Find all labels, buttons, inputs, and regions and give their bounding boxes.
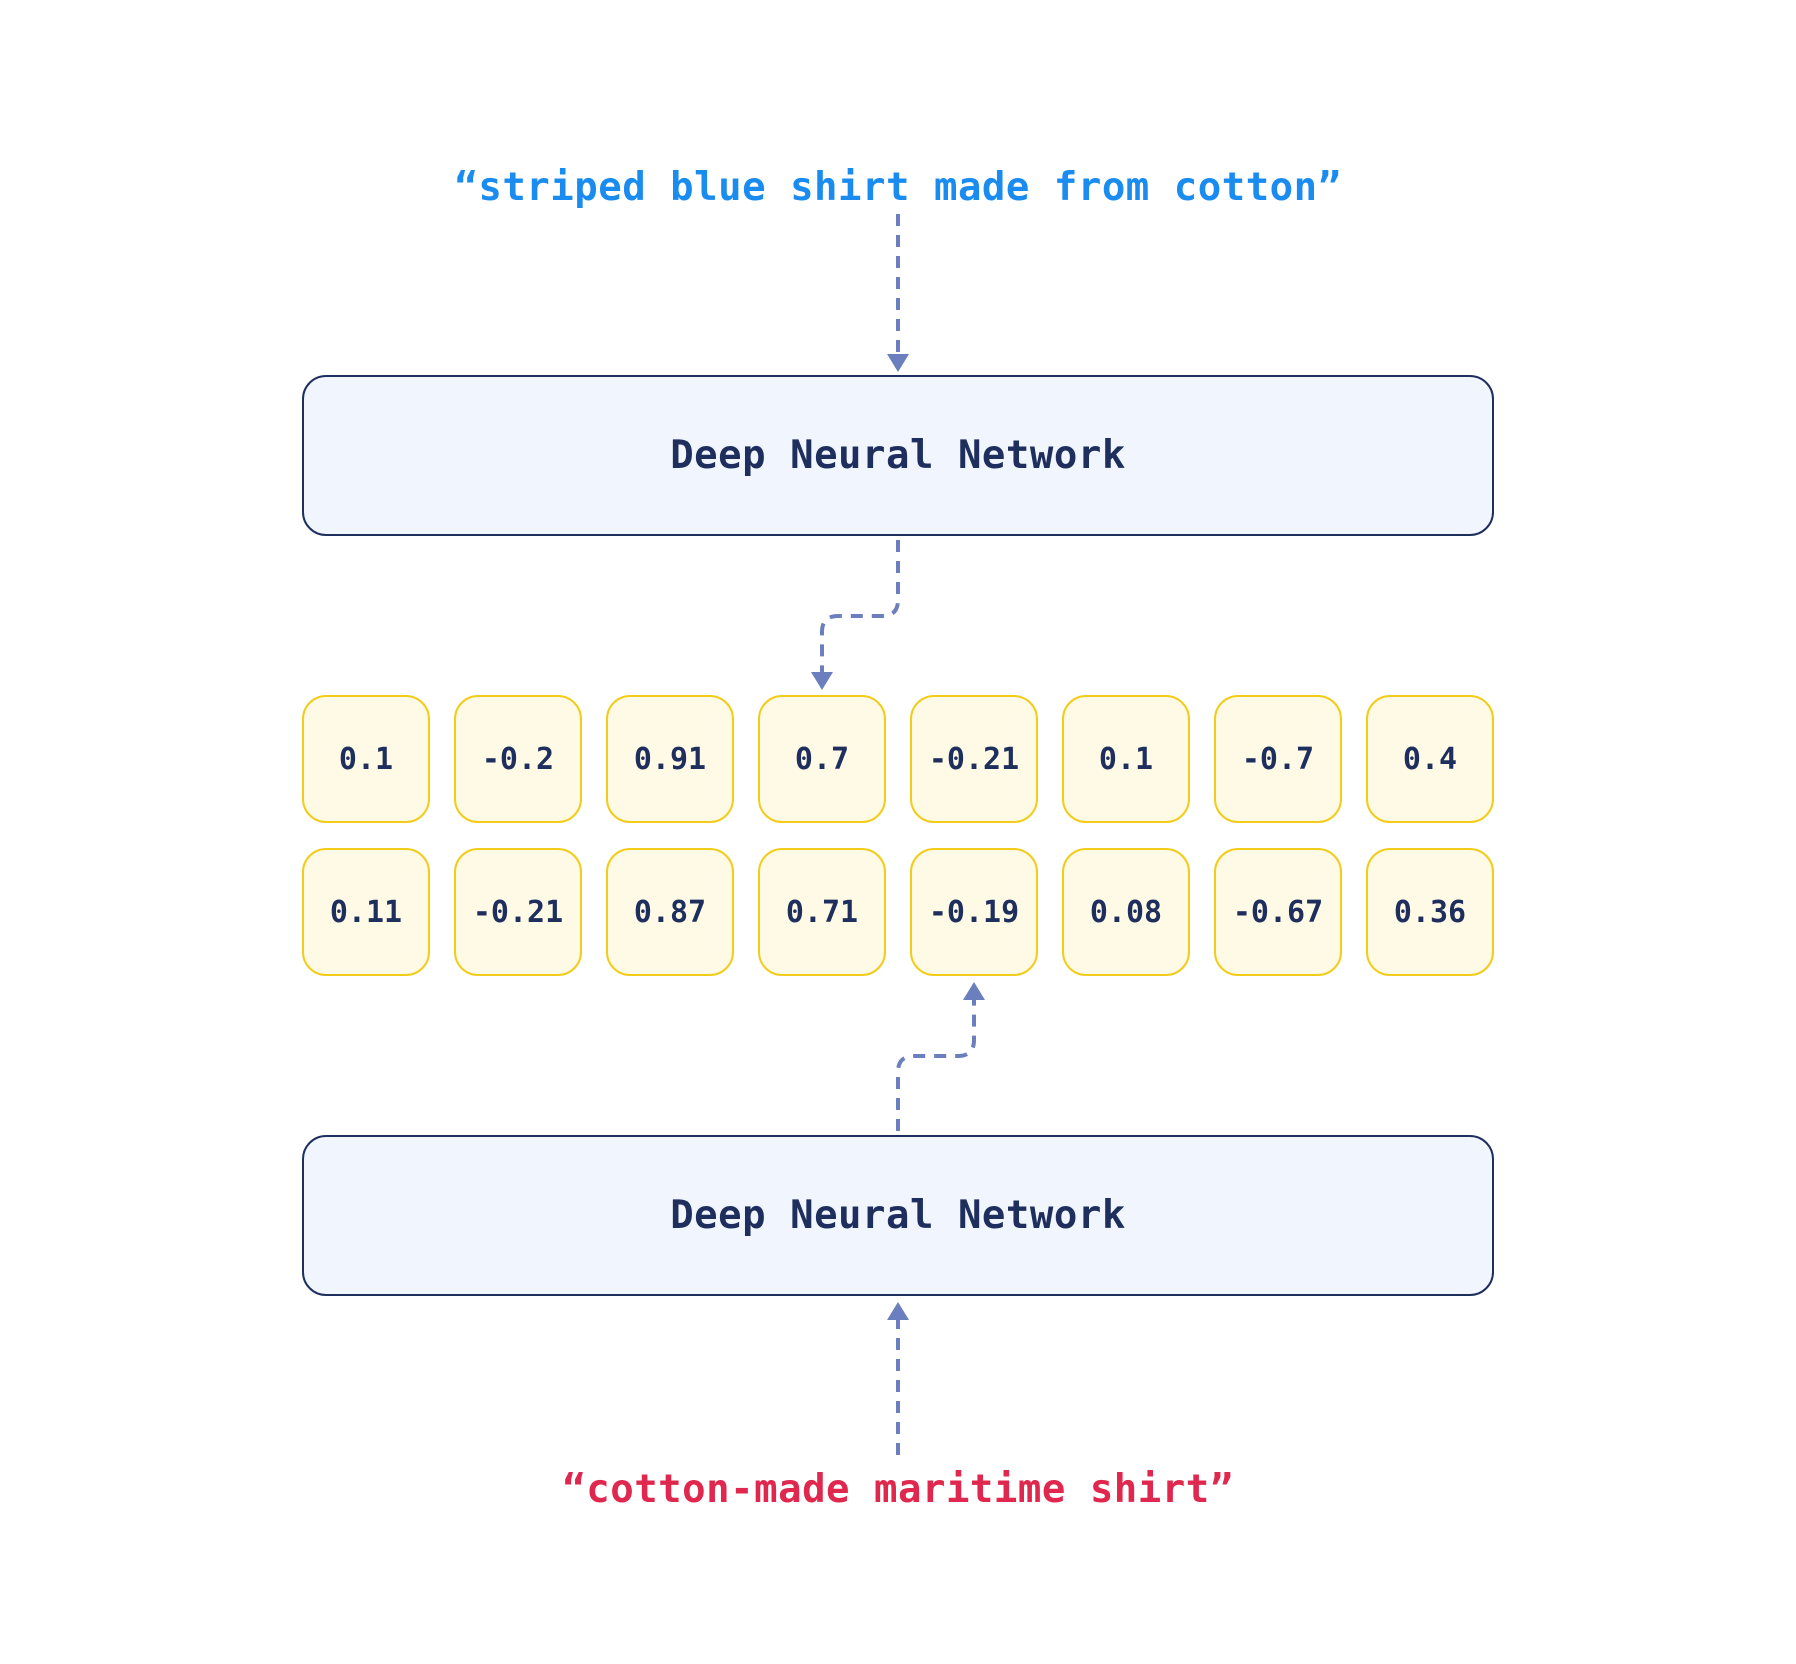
embedding-cell-top: -0.7 [1214, 695, 1342, 823]
embedding-cell-top: -0.2 [454, 695, 582, 823]
arrow-top-dnn-to-vector [820, 540, 900, 676]
query-text-bottom: “cotton-made maritime shirt” [562, 1467, 1234, 1512]
embedding-cell-top: 0.1 [302, 695, 430, 823]
dnn-box-top: Deep Neural Network [302, 375, 1494, 536]
embedding-cell-bottom: 0.71 [758, 848, 886, 976]
embedding-cell-bottom: -0.21 [454, 848, 582, 976]
arrowhead-icon [963, 982, 985, 1000]
embedding-cell-top: -0.21 [910, 695, 1038, 823]
arrowhead-icon [811, 672, 833, 690]
dnn-box-bottom: Deep Neural Network [302, 1135, 1494, 1296]
arrowhead-icon [887, 1302, 909, 1320]
connectors-layer [811, 214, 985, 1455]
embedding-cell-bottom: 0.87 [606, 848, 734, 976]
embedding-cell-bottom: -0.67 [1214, 848, 1342, 976]
embedding-cell-top: 0.1 [1062, 695, 1190, 823]
embedding-cell-bottom: 0.08 [1062, 848, 1190, 976]
embedding-cell-top: 0.4 [1366, 695, 1494, 823]
embedding-cell-top: 0.7 [758, 695, 886, 823]
arrow-bottom-dnn-to-vector [896, 996, 976, 1131]
embedding-cell-bottom: 0.11 [302, 848, 430, 976]
embedding-cell-bottom: 0.36 [1366, 848, 1494, 976]
dnn-label-bottom: Deep Neural Network [670, 1193, 1126, 1238]
dnn-label-top: Deep Neural Network [670, 433, 1126, 478]
arrowhead-icon [887, 354, 909, 372]
embedding-cell-top: 0.91 [606, 695, 734, 823]
embedding-cell-bottom: -0.19 [910, 848, 1038, 976]
query-text-top: “striped blue shirt made from cotton” [454, 165, 1342, 210]
